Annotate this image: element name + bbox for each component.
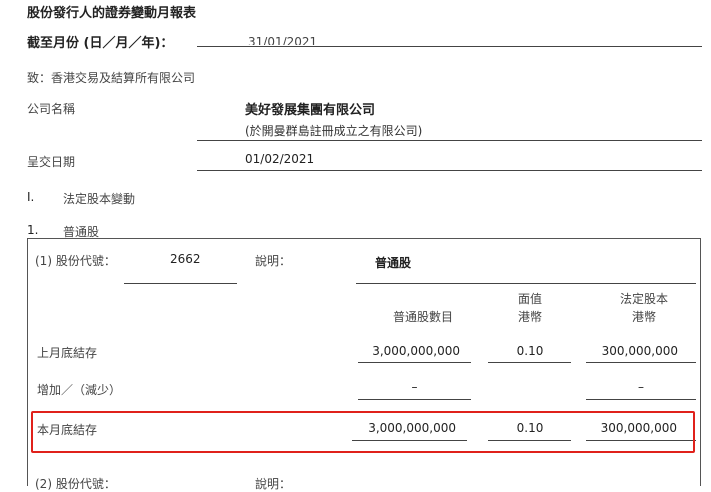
section-title: 法定股本變動	[63, 192, 136, 206]
col-header-capital-line1: 法定股本	[619, 292, 668, 306]
col-header-par-line2: 港幣	[517, 310, 542, 324]
subsection-number: 1.	[27, 223, 39, 237]
form-title: 股份發行人的證券變動月報表	[27, 6, 197, 21]
description-underline	[356, 283, 696, 284]
period-value: 31/01/2021	[248, 36, 318, 45]
period-label: 截至月份 (日／月／年)：	[27, 36, 174, 51]
row-change-capital: –	[638, 380, 644, 394]
section-number: I.	[27, 190, 35, 204]
row-opening-shares-underline	[358, 362, 471, 363]
col-header-par-line1: 面值	[517, 292, 542, 306]
description-label-2: 說明：	[255, 477, 292, 491]
row-opening-shares: 3,000,000,000	[372, 344, 460, 358]
stock-code-label-2: (2) 股份代號：	[35, 477, 116, 491]
company-note: (於開曼群島註冊成立之有限公司)	[245, 124, 423, 138]
row-opening-capital: 300,000,000	[601, 344, 678, 358]
period-underline	[197, 46, 702, 47]
submission-date: 01/02/2021	[245, 152, 315, 166]
col-header-capital-line2: 港幣	[631, 310, 656, 324]
row-change-shares: –	[411, 380, 418, 394]
stock-code-label: (1) 股份代號：	[35, 254, 116, 268]
description-label: 說明：	[255, 254, 292, 268]
submission-date-label: 呈交日期	[27, 155, 76, 169]
company-name: 美好發展集團有限公司	[245, 103, 376, 118]
stock-code-value: 2662	[170, 252, 201, 266]
closing-balance-highlight	[31, 411, 695, 453]
company-underline	[197, 140, 702, 141]
row-label-opening: 上月底結存	[37, 346, 98, 360]
to-line: 致：香港交易及結算所有限公司	[27, 71, 196, 85]
row-opening-par-underline	[488, 362, 571, 363]
col-header-shares: 普通股數目	[392, 310, 453, 324]
row-opening-par: 0.10	[516, 344, 544, 358]
stock-code-underline	[124, 283, 237, 284]
submission-underline	[197, 170, 702, 171]
row-change-capital-underline	[586, 399, 696, 400]
row-label-change: 增加／（減少）	[37, 383, 122, 397]
row-opening-capital-underline	[586, 362, 696, 363]
company-name-label: 公司名稱	[27, 102, 76, 116]
description-value: 普通股	[375, 256, 412, 270]
row-change-shares-underline	[358, 399, 471, 400]
